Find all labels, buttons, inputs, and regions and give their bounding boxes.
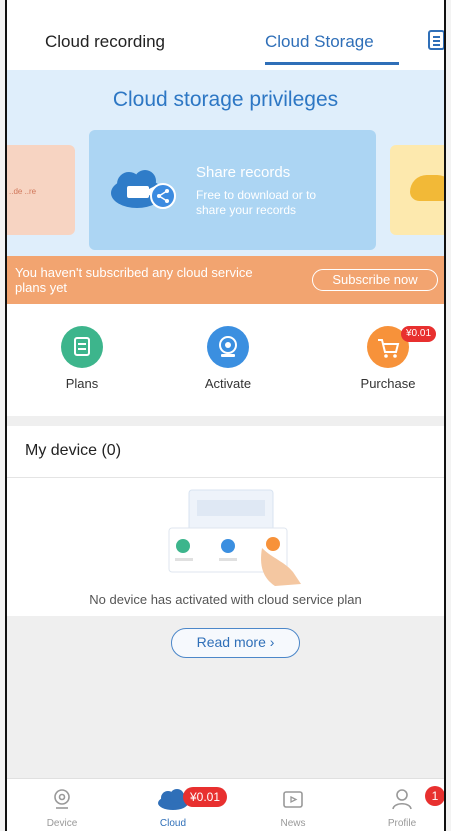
bottom-navigation: Device Cloud News Profile xyxy=(7,778,444,831)
quick-actions: Plans Activate Purchase xyxy=(7,304,444,416)
plans-icon xyxy=(61,326,103,368)
nav-news[interactable]: News xyxy=(258,787,328,829)
app-frame: Cloud recording Cloud Storage Cloud stor… xyxy=(5,0,446,831)
cloud-price-badge: ¥0.01 xyxy=(183,787,228,807)
banner-card-share[interactable]: Share records Free to download or to sha… xyxy=(89,130,376,250)
section-divider xyxy=(7,416,444,426)
activate-label: Activate xyxy=(204,376,252,391)
plans-label: Plans xyxy=(65,376,99,391)
empty-device-illustration xyxy=(168,489,301,586)
share-card-desc: Free to download or to share your record… xyxy=(196,188,317,217)
top-tab-bar: Cloud recording Cloud Storage xyxy=(7,0,444,70)
tab-cloud-recording[interactable]: Cloud recording xyxy=(45,32,165,52)
nav-cloud-label: Cloud xyxy=(159,818,187,829)
notice-text: You haven't subscribed any cloud service… xyxy=(15,265,253,295)
banner-card-prev[interactable]: ..de ..re xyxy=(7,145,75,235)
banner-card-prev-text: ..de ..re xyxy=(9,187,37,196)
empty-state-text: No device has activated with cloud servi… xyxy=(89,592,362,607)
nav-device-label: Device xyxy=(46,818,78,829)
menu-icon[interactable] xyxy=(428,30,444,50)
share-card-title: Share records xyxy=(196,164,291,181)
nav-news-label: News xyxy=(280,818,306,829)
activate-action[interactable]: Activate xyxy=(183,326,273,391)
divider-line xyxy=(7,477,444,478)
plans-action[interactable]: Plans xyxy=(37,326,127,391)
news-icon xyxy=(283,791,303,808)
active-tab-indicator xyxy=(265,62,399,65)
purchase-price-badge: ¥0.01 xyxy=(401,326,437,342)
activate-icon xyxy=(207,326,249,368)
subscription-notice: You haven't subscribed any cloud service… xyxy=(7,256,444,304)
nav-device[interactable]: Device xyxy=(27,787,97,829)
purchase-label: Purchase xyxy=(360,376,416,391)
read-more-button[interactable]: Read more › xyxy=(171,628,300,658)
cloud-sun-icon xyxy=(410,175,444,201)
banner-title: Cloud storage privileges xyxy=(112,88,339,111)
profile-icon xyxy=(392,789,412,810)
privileges-banner: Cloud storage privileges ..de ..re Share… xyxy=(7,70,444,256)
device-icon xyxy=(54,789,70,809)
my-device-title: My device (0) xyxy=(25,442,122,459)
profile-notification-badge: 1 xyxy=(425,786,444,806)
tab-cloud-storage[interactable]: Cloud Storage xyxy=(265,32,374,52)
camera-share-icon xyxy=(111,170,176,209)
subscribe-now-button[interactable]: Subscribe now xyxy=(312,269,438,291)
banner-card-next[interactable] xyxy=(390,145,444,235)
nav-profile-label: Profile xyxy=(387,818,417,829)
